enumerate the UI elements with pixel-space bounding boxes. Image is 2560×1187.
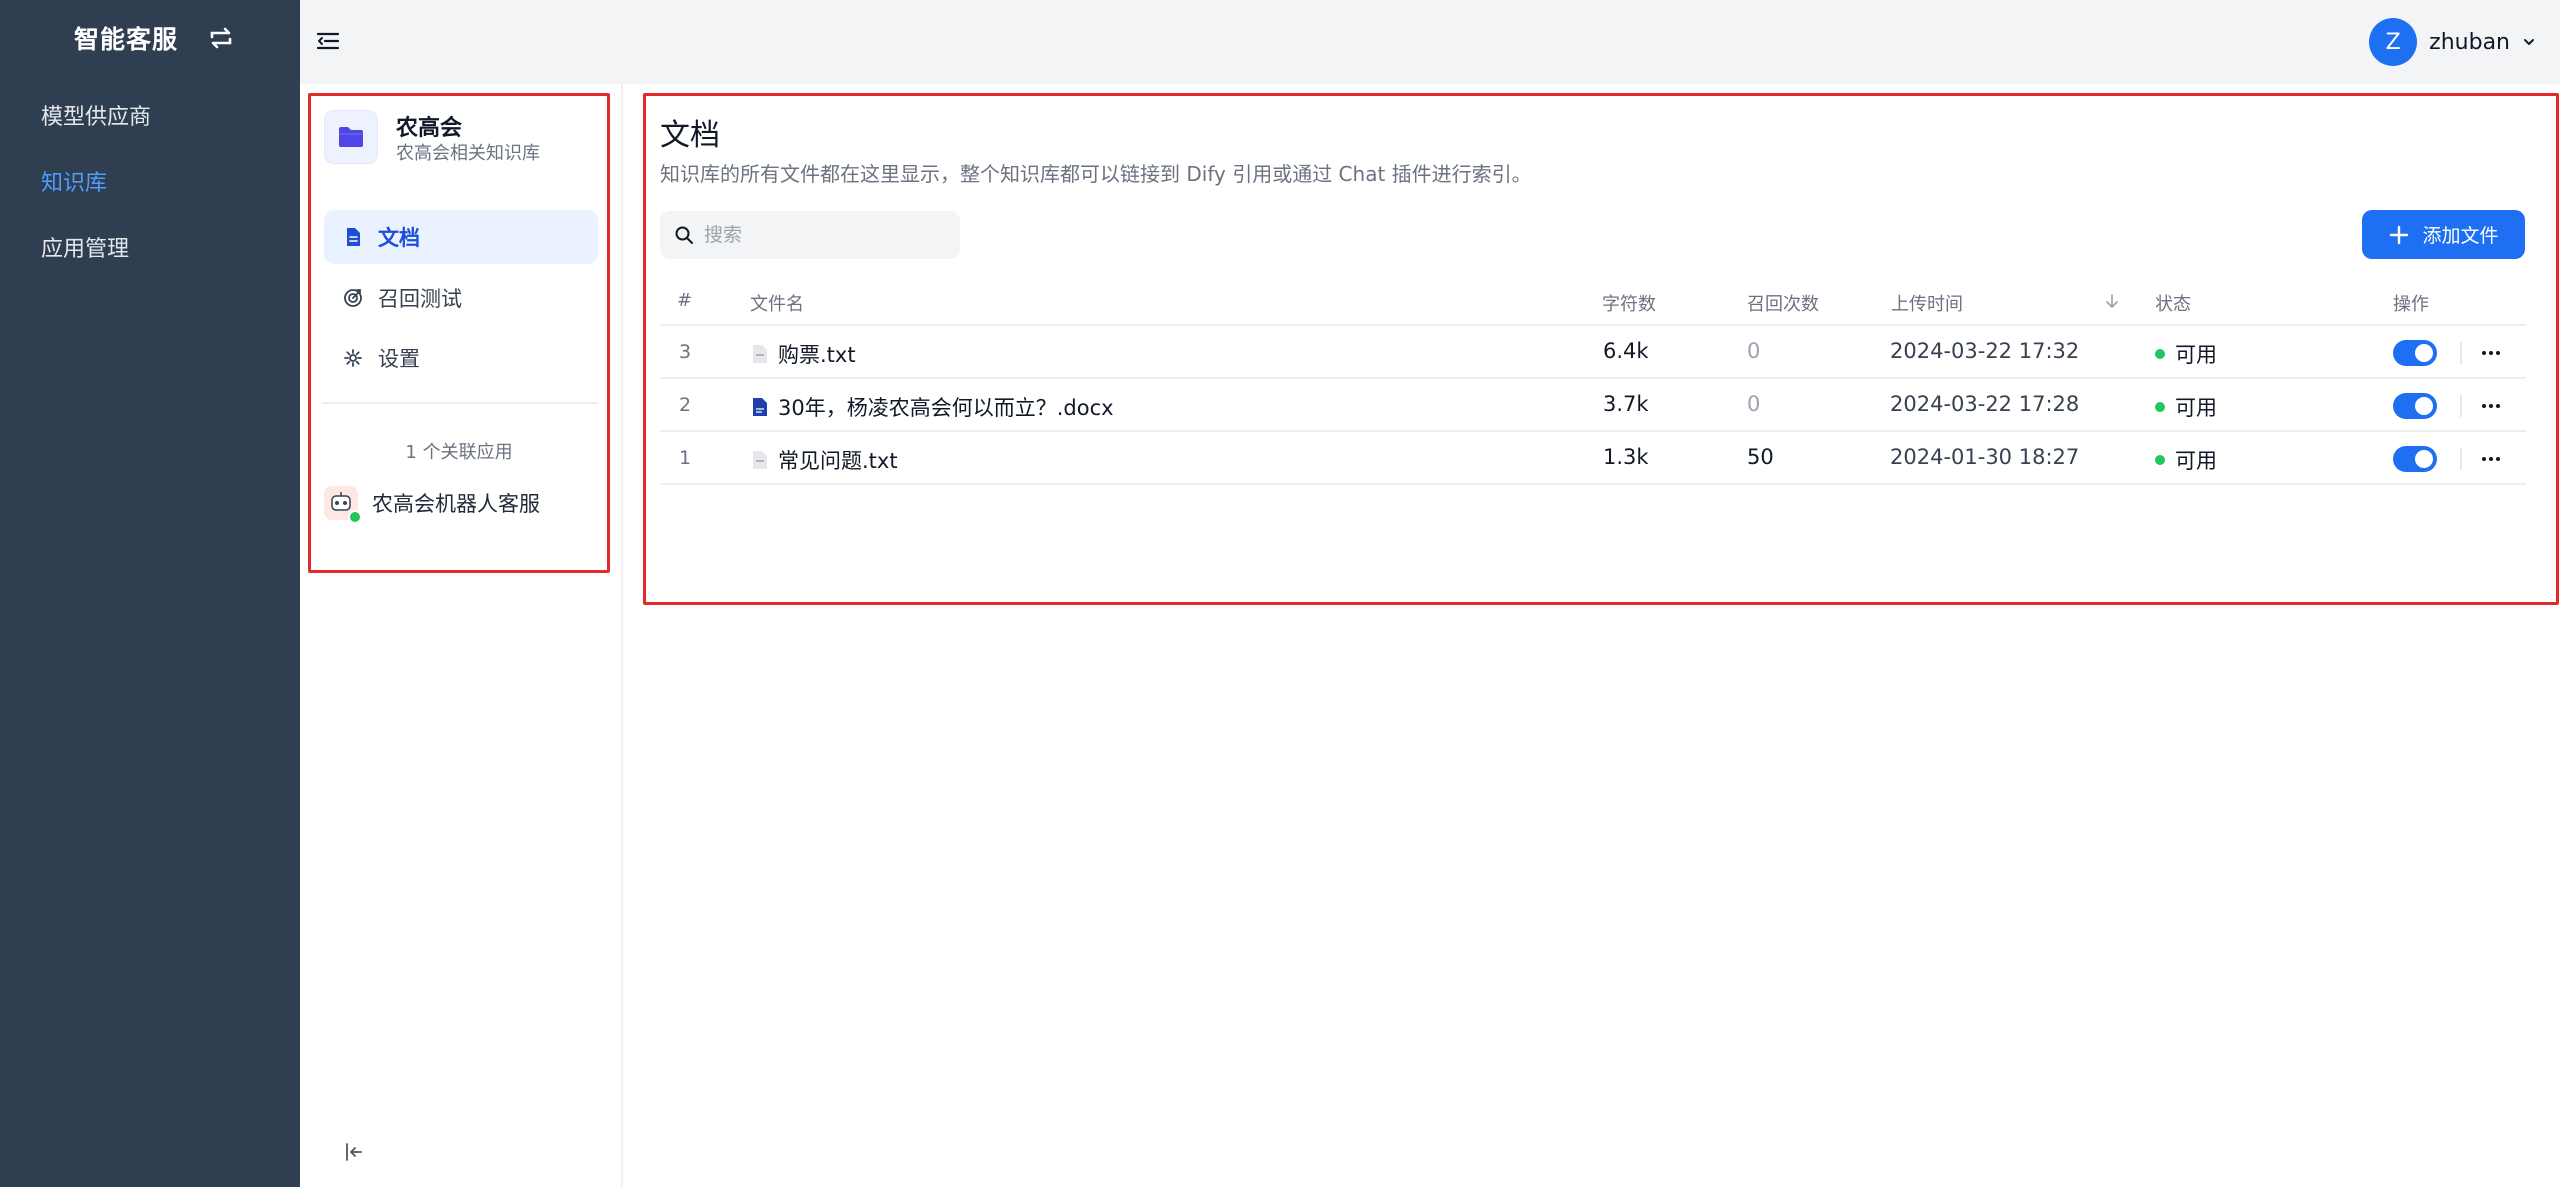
status-badge: 可用 — [2155, 445, 2217, 475]
table-row[interactable]: 2 30年，杨凌农高会何以而立？.docx 3.7k 0 2024-03-22 … — [660, 379, 2526, 432]
docx-file-icon — [753, 398, 767, 416]
knowledge-base-icon — [324, 110, 378, 164]
file-name: 常见问题.txt — [778, 449, 898, 473]
file-name: 购票.txt — [778, 343, 856, 367]
row-index: 3 — [679, 341, 692, 363]
target-icon — [344, 289, 362, 307]
enable-toggle[interactable] — [2393, 340, 2437, 366]
status-dot — [2155, 349, 2165, 359]
nav-item-model-provider[interactable]: 模型供应商 — [41, 99, 151, 131]
online-dot — [348, 510, 362, 524]
tab-documents-label: 文档 — [378, 226, 420, 250]
divider — [2460, 395, 2462, 417]
char-count: 6.4k — [1603, 339, 1649, 363]
col-upload-time: 上传时间 — [1891, 294, 1963, 315]
tab-documents[interactable]: 文档 — [324, 210, 598, 264]
gear-icon — [344, 349, 362, 367]
file-name-cell[interactable]: 购票.txt — [752, 339, 856, 369]
enable-toggle[interactable] — [2393, 393, 2437, 419]
sort-down-icon[interactable] — [2104, 292, 2120, 310]
folder-icon — [339, 127, 363, 147]
tab-settings-label: 设置 — [378, 347, 420, 371]
page-title: 文档 — [660, 118, 720, 153]
more-icon[interactable] — [2478, 340, 2504, 366]
status-dot — [2155, 455, 2165, 465]
row-index: 1 — [679, 447, 692, 469]
side-nav: 智能客服 模型供应商 知识库 应用管理 — [0, 0, 300, 1187]
linked-apps-count: 1 个关联应用 — [405, 442, 513, 463]
txt-file-icon — [753, 345, 767, 363]
enable-toggle[interactable] — [2393, 446, 2437, 472]
more-icon[interactable] — [2478, 393, 2504, 419]
knowledge-base-description: 农高会相关知识库 — [396, 143, 540, 164]
hit-count: 50 — [1747, 445, 1774, 469]
robot-avatar-icon — [324, 486, 362, 524]
table-row[interactable]: 3 购票.txt 6.4k 0 2024-03-22 17:32 可用 — [660, 326, 2526, 379]
txt-file-icon — [753, 451, 767, 469]
documents-table: # 文件名 字符数 召回次数 上传时间 状态 操作 3 购票.txt 6.4k … — [660, 276, 2526, 485]
file-name-cell[interactable]: 常见问题.txt — [752, 445, 898, 475]
brand-title: 智能客服 — [74, 25, 179, 54]
tab-recall-test-label: 召回测试 — [378, 287, 462, 311]
char-count: 1.3k — [1603, 445, 1649, 469]
status-label: 可用 — [2175, 343, 2217, 367]
avatar: Z — [2369, 18, 2418, 66]
plus-icon — [2390, 225, 2409, 244]
status-label: 可用 — [2175, 396, 2217, 420]
page-description: 知识库的所有文件都在这里显示，整个知识库都可以链接到 Dify 引用或通过 Ch… — [660, 162, 1532, 186]
col-status: 状态 — [2155, 294, 2191, 315]
linked-app-name: 农高会机器人客服 — [372, 492, 540, 516]
more-icon[interactable] — [2478, 446, 2504, 472]
nav-item-app-management[interactable]: 应用管理 — [41, 231, 129, 263]
table-row[interactable]: 1 常见问题.txt 1.3k 50 2024-01-30 18:27 可用 — [660, 432, 2526, 485]
brand: 智能客服 — [74, 20, 236, 56]
col-hits: 召回次数 — [1747, 294, 1819, 315]
chevron-down-icon — [2524, 39, 2534, 45]
linked-app-item[interactable]: 农高会机器人客服 — [324, 486, 540, 524]
collapse-sidebar-icon[interactable] — [343, 1141, 365, 1163]
divider — [2460, 448, 2462, 470]
user-menu[interactable]: Z zhuban — [2369, 18, 2536, 66]
hit-count: 0 — [1747, 392, 1761, 416]
tab-recall-test[interactable]: 召回测试 — [324, 271, 598, 325]
nav-item-knowledge-base[interactable]: 知识库 — [41, 165, 107, 197]
toggle-knob — [2415, 397, 2433, 415]
add-file-button[interactable]: 添加文件 — [2362, 210, 2525, 259]
status-badge: 可用 — [2155, 392, 2217, 422]
toggle-knob — [2415, 344, 2433, 362]
upload-time: 2024-01-30 18:27 — [1890, 445, 2080, 469]
document-icon — [347, 228, 360, 246]
divider — [322, 402, 598, 404]
add-file-label: 添加文件 — [2422, 225, 2499, 247]
file-name: 30年，杨凌农高会何以而立？.docx — [778, 396, 1114, 420]
status-badge: 可用 — [2155, 339, 2217, 369]
status-dot — [2155, 402, 2165, 412]
file-name-cell[interactable]: 30年，杨凌农高会何以而立？.docx — [752, 392, 1114, 422]
swap-icon[interactable] — [206, 24, 236, 52]
char-count: 3.7k — [1603, 392, 1649, 416]
row-index: 2 — [679, 394, 692, 416]
status-label: 可用 — [2175, 449, 2217, 473]
tab-settings[interactable]: 设置 — [324, 331, 598, 385]
hit-count: 0 — [1747, 339, 1761, 363]
col-chars: 字符数 — [1602, 294, 1656, 315]
search-box — [660, 211, 960, 259]
table-header: # 文件名 字符数 召回次数 上传时间 状态 操作 — [660, 276, 2526, 326]
divider — [2460, 342, 2462, 364]
username: zhuban — [2429, 29, 2510, 55]
toggle-knob — [2415, 450, 2433, 468]
upload-time: 2024-03-22 17:32 — [1890, 339, 2080, 363]
col-filename: 文件名 — [750, 294, 804, 315]
knowledge-base-name: 农高会 — [396, 116, 463, 141]
search-input[interactable] — [704, 224, 944, 246]
col-index: # — [677, 290, 693, 311]
menu-collapse-icon[interactable] — [315, 28, 341, 54]
top-bar: Z zhuban — [300, 0, 2560, 84]
search-icon — [675, 226, 693, 244]
upload-time: 2024-03-22 17:28 — [1890, 392, 2080, 416]
col-actions: 操作 — [2393, 294, 2429, 315]
